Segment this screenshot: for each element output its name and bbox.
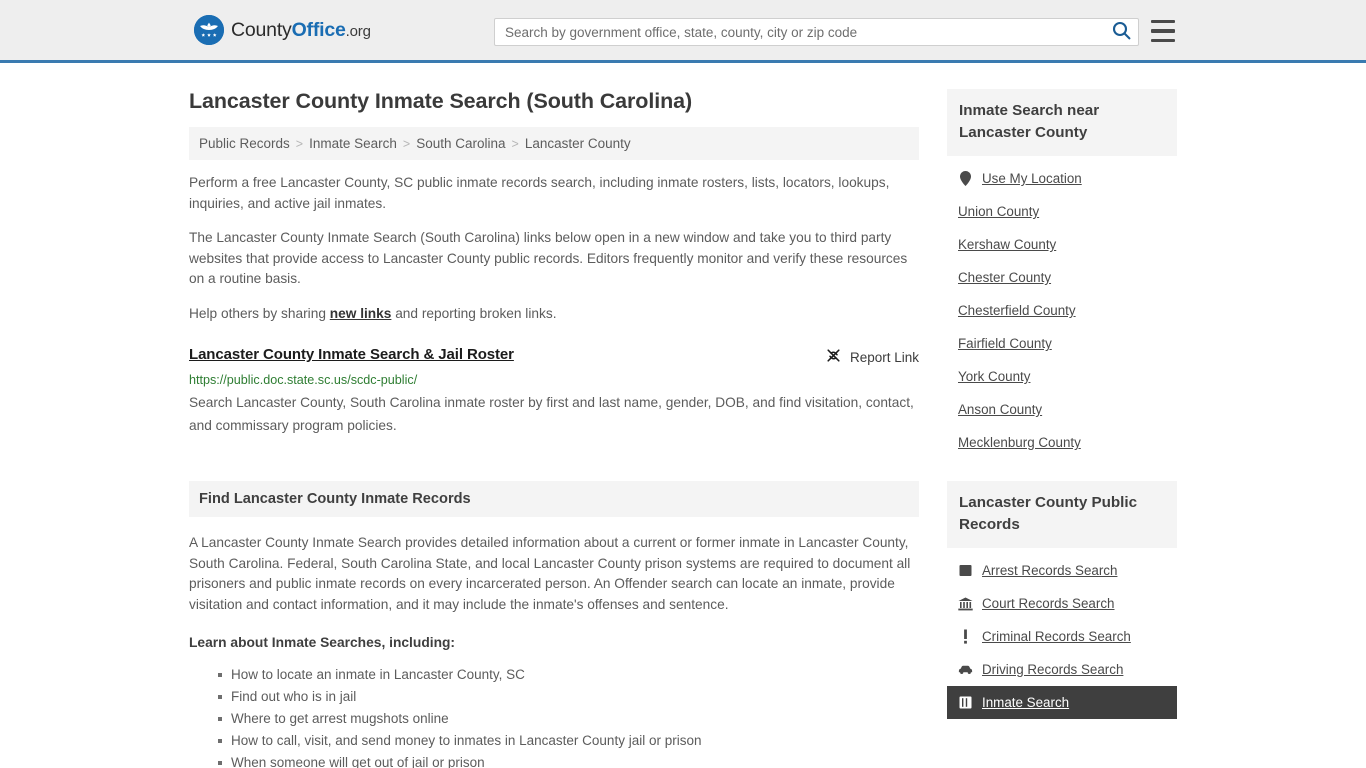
breadcrumb-separator: > bbox=[295, 136, 304, 151]
list-item: Where to get arrest mugshots online bbox=[218, 708, 919, 730]
page-body: Lancaster County Inmate Search (South Ca… bbox=[0, 63, 1366, 768]
learn-list: How to locate an inmate in Lancaster Cou… bbox=[189, 664, 919, 768]
broken-link-icon bbox=[825, 347, 842, 367]
report-link-button[interactable]: Report Link bbox=[825, 347, 919, 367]
search-result: Lancaster County Inmate Search & Jail Ro… bbox=[189, 346, 919, 437]
sidebar-item-chester-county[interactable]: Chester County bbox=[947, 261, 1177, 294]
find-records-body: A Lancaster County Inmate Search provide… bbox=[189, 535, 911, 612]
breadcrumb-separator: > bbox=[402, 136, 411, 151]
intro-paragraph-1: Perform a free Lancaster County, SC publ… bbox=[189, 175, 890, 211]
sidebar-item-york-county[interactable]: York County bbox=[947, 360, 1177, 393]
search-input[interactable] bbox=[495, 19, 1104, 45]
sidebar-item-fairfield-county[interactable]: Fairfield County bbox=[947, 327, 1177, 360]
sidebar-item-label[interactable]: Arrest Records Search bbox=[982, 563, 1117, 578]
sidebar-item-arrest-records-search[interactable]: Arrest Records Search bbox=[947, 554, 1177, 587]
sidebar-heading-public-records: Lancaster County Public Records bbox=[947, 481, 1177, 548]
sidebar-heading-nearby: Inmate Search near Lancaster County bbox=[947, 89, 1177, 156]
find-records-heading: Find Lancaster County Inmate Records bbox=[189, 481, 919, 517]
list-item: How to call, visit, and send money to in… bbox=[218, 730, 919, 752]
site-logo[interactable]: CountyOffice.org bbox=[194, 15, 371, 45]
sidebar-item-label[interactable]: Anson County bbox=[958, 402, 1042, 417]
sidebar-item-label[interactable]: Criminal Records Search bbox=[982, 629, 1131, 644]
site-logo-text: CountyOffice.org bbox=[231, 19, 371, 42]
search-icon bbox=[1112, 21, 1131, 43]
sidebar-item-label[interactable]: Kershaw County bbox=[958, 237, 1056, 252]
sidebar-item-anson-county[interactable]: Anson County bbox=[947, 393, 1177, 426]
site-header: CountyOffice.org bbox=[0, 0, 1366, 63]
list-item: How to locate an inmate in Lancaster Cou… bbox=[218, 664, 919, 686]
breadcrumb-item-south-carolina[interactable]: South Carolina bbox=[416, 136, 505, 151]
fingerprint-square-icon bbox=[958, 563, 973, 578]
sidebar: Inmate Search near Lancaster County Use … bbox=[947, 89, 1177, 719]
breadcrumb-item-lancaster-county[interactable]: Lancaster County bbox=[525, 136, 631, 151]
logo-text-office: Office bbox=[291, 18, 346, 41]
sidebar-public-records-list: Arrest Records Search Court Records Sear… bbox=[947, 548, 1177, 719]
courthouse-icon bbox=[958, 596, 973, 611]
result-description: Search Lancaster County, South Carolina … bbox=[189, 395, 914, 433]
search-bar[interactable] bbox=[494, 18, 1139, 46]
hamburger-bar-2 bbox=[1151, 29, 1175, 33]
sidebar-item-chesterfield-county[interactable]: Chesterfield County bbox=[947, 294, 1177, 327]
sidebar-item-court-records-search[interactable]: Court Records Search bbox=[947, 587, 1177, 620]
report-link-label: Report Link bbox=[849, 349, 919, 365]
sidebar-item-label[interactable]: Use My Location bbox=[982, 171, 1082, 186]
help-suffix: and reporting broken links. bbox=[391, 305, 557, 321]
new-links-link[interactable]: new links bbox=[330, 306, 392, 321]
sidebar-item-label[interactable]: Driving Records Search bbox=[982, 662, 1123, 677]
help-prefix: Help others by sharing bbox=[189, 305, 330, 321]
sidebar-item-label[interactable]: Fairfield County bbox=[958, 336, 1052, 351]
sidebar-item-union-county[interactable]: Union County bbox=[947, 195, 1177, 228]
inmate-icon bbox=[958, 695, 973, 710]
sidebar-item-use-my-location[interactable]: Use My Location bbox=[947, 162, 1177, 195]
result-title-link[interactable]: Lancaster County Inmate Search & Jail Ro… bbox=[189, 346, 514, 363]
exclamation-icon bbox=[958, 629, 973, 644]
learn-heading: Learn about Inmate Searches, including: bbox=[189, 635, 456, 650]
logo-text-org: .org bbox=[345, 22, 371, 40]
list-item: When someone will get out of jail or pri… bbox=[218, 752, 919, 768]
breadcrumb-item-inmate-search[interactable]: Inmate Search bbox=[309, 136, 397, 151]
hamburger-bar-3 bbox=[1151, 38, 1175, 42]
sidebar-item-label[interactable]: Mecklenburg County bbox=[958, 435, 1081, 450]
map-pin-icon bbox=[958, 171, 973, 186]
search-button[interactable] bbox=[1104, 19, 1138, 45]
eagle-seal-icon bbox=[194, 15, 224, 45]
car-icon bbox=[958, 662, 973, 677]
main-column: Lancaster County Inmate Search (South Ca… bbox=[189, 63, 919, 768]
sidebar-item-label[interactable]: York County bbox=[958, 369, 1030, 384]
logo-text-county: County bbox=[231, 18, 292, 41]
hamburger-menu-icon[interactable] bbox=[1151, 20, 1175, 42]
sidebar-item-label[interactable]: Union County bbox=[958, 204, 1039, 219]
intro-paragraph-2: The Lancaster County Inmate Search (Sout… bbox=[189, 230, 908, 286]
sidebar-item-label[interactable]: Court Records Search bbox=[982, 596, 1114, 611]
sidebar-nearby-list: Use My Location Union County Kershaw Cou… bbox=[947, 156, 1177, 459]
breadcrumb: Public Records > Inmate Search > South C… bbox=[189, 127, 919, 160]
sidebar-item-label[interactable]: Chesterfield County bbox=[958, 303, 1076, 318]
help-paragraph: Help others by sharing new links and rep… bbox=[189, 304, 919, 325]
breadcrumb-item-public-records[interactable]: Public Records bbox=[199, 136, 290, 151]
content-container: Lancaster County Inmate Search (South Ca… bbox=[189, 63, 1177, 768]
sidebar-item-label[interactable]: Chester County bbox=[958, 270, 1051, 285]
result-header-row: Lancaster County Inmate Search & Jail Ro… bbox=[189, 346, 919, 367]
sidebar-item-label[interactable]: Inmate Search bbox=[982, 695, 1069, 710]
sidebar-item-criminal-records-search[interactable]: Criminal Records Search bbox=[947, 620, 1177, 653]
list-item: Find out who is in jail bbox=[218, 686, 919, 708]
sidebar-item-driving-records-search[interactable]: Driving Records Search bbox=[947, 653, 1177, 686]
sidebar-item-mecklenburg-county[interactable]: Mecklenburg County bbox=[947, 426, 1177, 459]
hamburger-bar-1 bbox=[1151, 20, 1175, 24]
sidebar-item-kershaw-county[interactable]: Kershaw County bbox=[947, 228, 1177, 261]
page-title: Lancaster County Inmate Search (South Ca… bbox=[189, 89, 693, 113]
result-url: https://public.doc.state.sc.us/scdc-publ… bbox=[189, 373, 418, 387]
breadcrumb-separator: > bbox=[511, 136, 519, 151]
sidebar-item-inmate-search[interactable]: Inmate Search bbox=[947, 686, 1177, 719]
